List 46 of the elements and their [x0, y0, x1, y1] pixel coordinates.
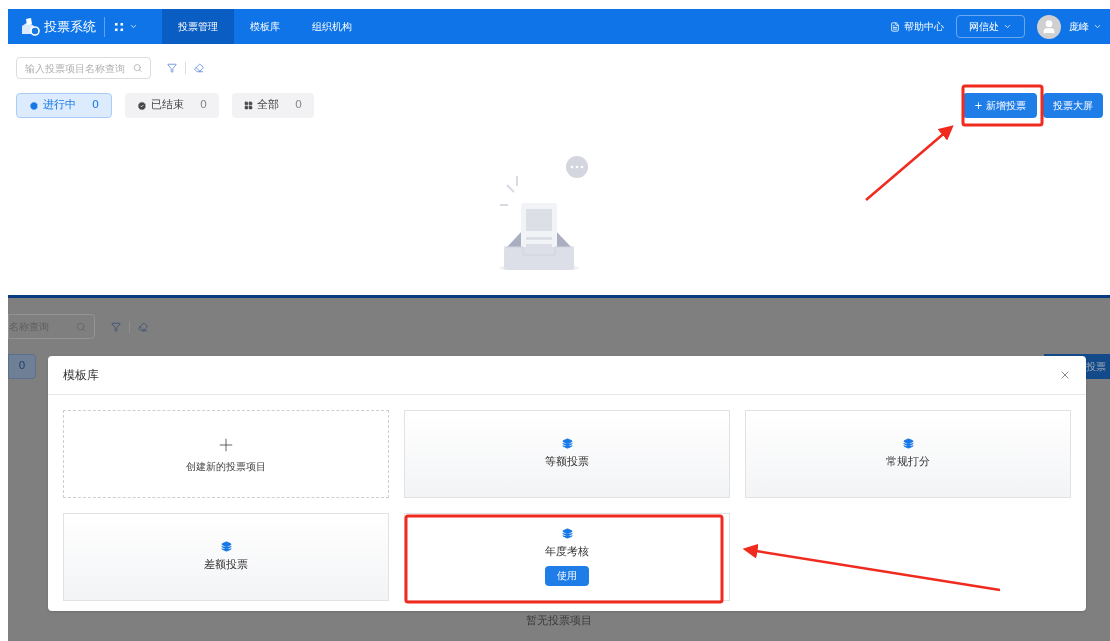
grid-icon	[113, 20, 125, 33]
template-name: 差额投票	[204, 556, 248, 573]
clock-icon	[29, 100, 39, 111]
avatar-icon[interactable]	[1037, 14, 1061, 39]
document-icon	[890, 21, 900, 32]
search-icon	[132, 63, 142, 73]
template-card[interactable]: 年度考核 使用	[404, 513, 730, 601]
check-icon	[137, 100, 147, 111]
new-vote-button[interactable]: + 新增投票	[963, 93, 1037, 118]
status-filter-tab[interactable]: 0	[8, 354, 36, 379]
chevron-down-icon	[1093, 22, 1102, 31]
eraser-icon[interactable]	[138, 321, 148, 332]
department-dropdown[interactable]: 网信处	[956, 15, 1025, 38]
eraser-icon[interactable]	[194, 63, 204, 73]
search-field[interactable]: 输入投票项目名称查询	[16, 57, 151, 79]
big-screen-button[interactable]: 投票大屏	[1043, 93, 1103, 118]
template-card[interactable]: 等额投票	[404, 410, 730, 498]
dialog-title: 模板库	[63, 367, 99, 384]
template-card[interactable]: 常规打分	[745, 410, 1071, 498]
close-icon[interactable]	[1059, 369, 1071, 381]
status-filter-tab[interactable]: 已结束 0	[125, 93, 219, 118]
grid-icon	[244, 101, 253, 110]
empty-state-text: 暂无投票项目	[526, 613, 592, 629]
template-name: 年度考核	[545, 544, 589, 561]
template-name: 常规打分	[886, 453, 930, 470]
filter-icon[interactable]	[167, 63, 177, 73]
logo-icon	[20, 17, 40, 36]
status-filter-tab[interactable]: 全部 0	[232, 93, 314, 118]
filter-icon[interactable]	[111, 321, 121, 332]
template-name: 等额投票	[545, 453, 589, 470]
nav-tab[interactable]: 组织机构	[296, 9, 368, 44]
nav-tab[interactable]: 模板库	[234, 9, 296, 44]
layers-icon	[561, 528, 573, 540]
chevron-down-icon	[129, 22, 138, 31]
layers-icon	[902, 437, 914, 449]
create-project-card[interactable]: 创建新的投票项目	[63, 410, 389, 498]
layers-icon	[561, 437, 573, 449]
nav-tab[interactable]: 投票管理	[162, 9, 234, 44]
status-filter-tab[interactable]: 进行中 0	[16, 93, 112, 118]
app-title: 投票系统	[44, 17, 96, 36]
chevron-down-icon	[1003, 22, 1012, 31]
use-button[interactable]: 使用	[545, 565, 589, 586]
template-card[interactable]: 差额投票	[63, 513, 389, 601]
user-menu[interactable]: 庞峰	[1069, 19, 1102, 34]
help-center-link[interactable]: 帮助中心	[890, 19, 944, 34]
layers-icon	[220, 540, 232, 552]
